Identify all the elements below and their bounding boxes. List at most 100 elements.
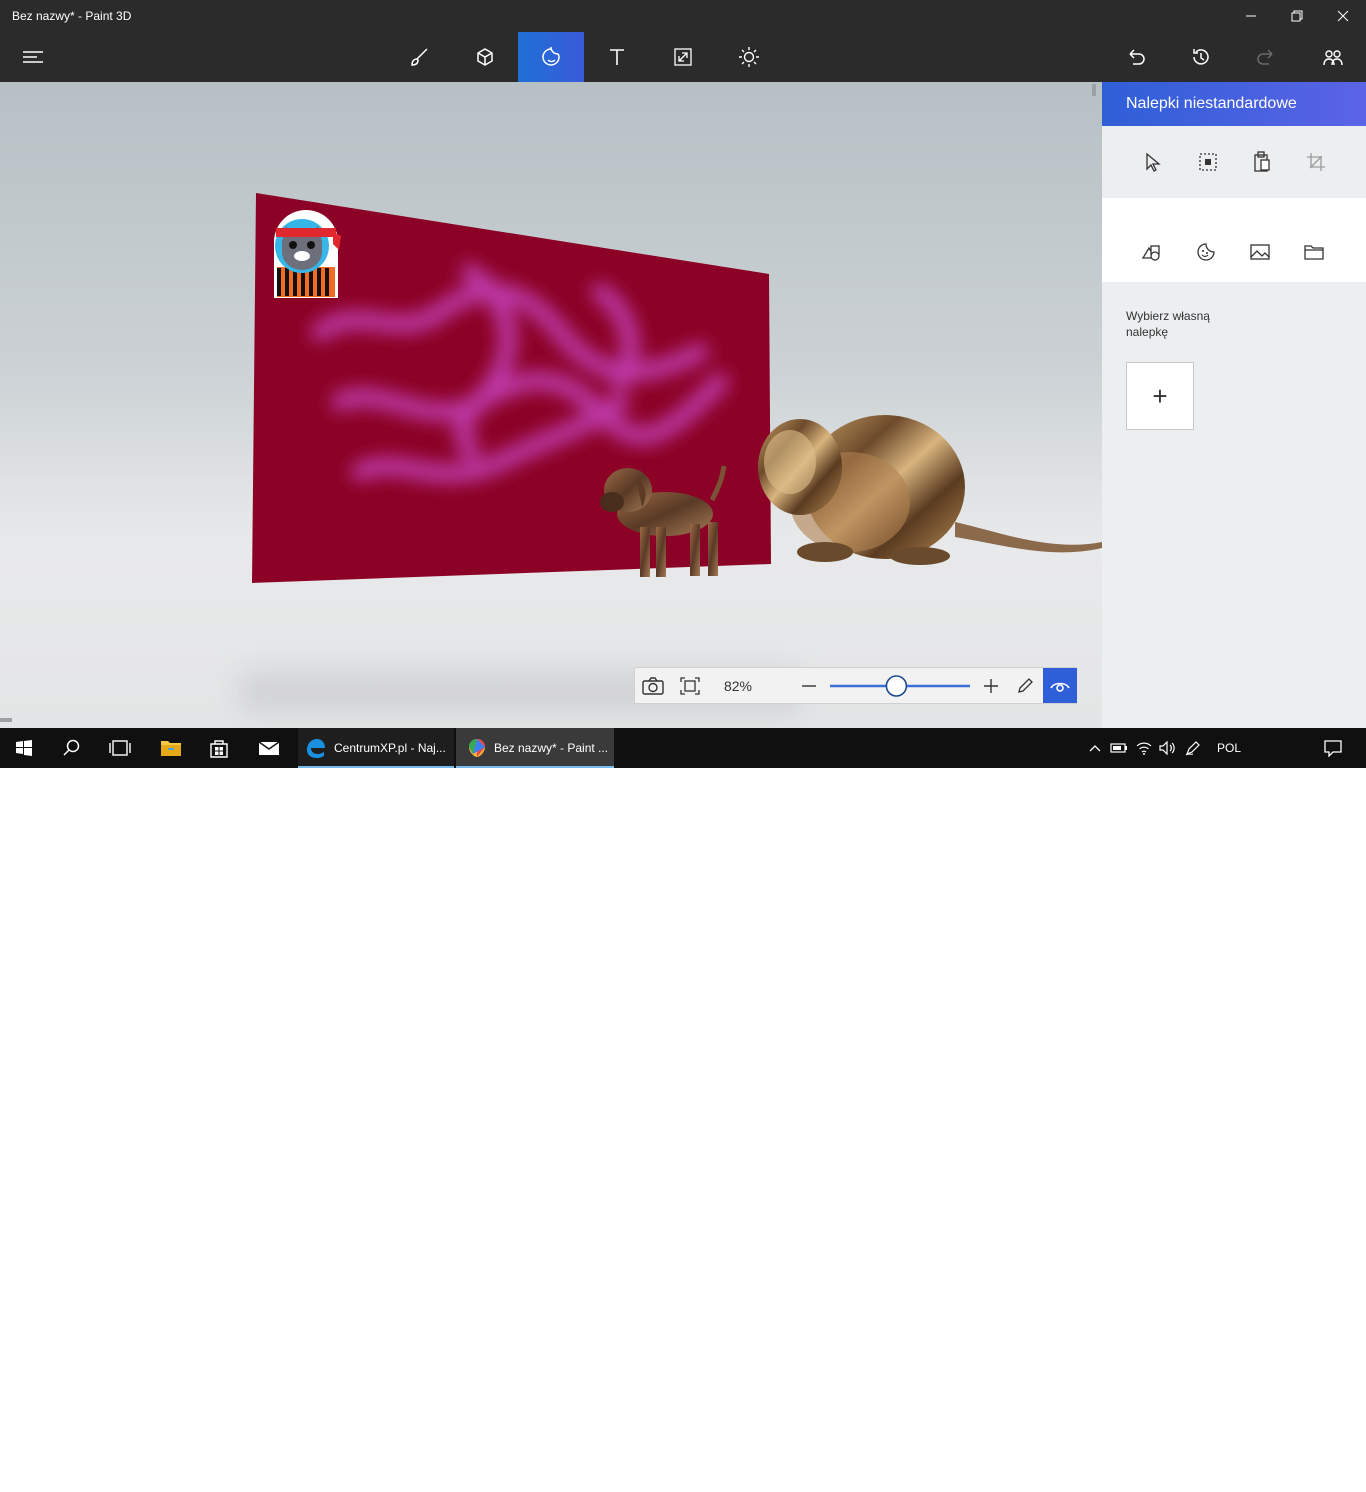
vertical-scrollbar[interactable] xyxy=(1092,84,1096,96)
2d-view-button[interactable] xyxy=(1009,668,1041,703)
image-icon xyxy=(1250,244,1270,260)
fit-screen-icon xyxy=(680,676,700,695)
taskbar-app-label: CentrumXP.pl - Naj... xyxy=(334,741,446,755)
folder-icon xyxy=(1304,245,1324,260)
taskbar-clock[interactable]: 11:56 07.02.2017 xyxy=(1252,1460,1312,1492)
zoom-level-label: 82% xyxy=(723,678,753,694)
close-icon xyxy=(1337,10,1349,22)
speaker-icon xyxy=(1159,741,1175,755)
history-icon xyxy=(1193,49,1209,65)
minimize-button[interactable] xyxy=(1228,0,1274,32)
windows-logo-icon xyxy=(16,740,32,756)
action-center-button[interactable] xyxy=(1318,728,1348,768)
show-hidden-icons-button[interactable] xyxy=(1086,728,1104,768)
edge-icon xyxy=(307,739,325,758)
undo-button[interactable] xyxy=(1102,32,1168,82)
shapes-icon xyxy=(1141,245,1160,261)
chevron-up-icon xyxy=(1089,745,1101,752)
zoom-slider-track xyxy=(830,675,970,697)
texture-stickers-tab[interactable] xyxy=(1246,238,1274,266)
brushes-tool-button[interactable] xyxy=(386,32,452,82)
text-icon xyxy=(610,49,624,65)
battery-tray-button[interactable] xyxy=(1108,728,1130,768)
canvas-resize-icon xyxy=(674,48,692,66)
remix3d-icon xyxy=(1323,50,1343,66)
custom-stickers-panel: Nalepki niestandardowe Wybierz własną na… xyxy=(1102,82,1366,728)
pen-workspace-button[interactable] xyxy=(1182,728,1204,768)
stickers-tool-button[interactable] xyxy=(518,32,584,82)
pencil-icon xyxy=(1018,677,1033,693)
zoom-slider-thumb xyxy=(885,675,908,697)
emoji-stickers-tab[interactable] xyxy=(1192,238,1220,266)
3d-cube-icon xyxy=(477,48,493,66)
plus-icon xyxy=(984,678,998,693)
search-button[interactable] xyxy=(48,728,96,768)
magic-select-button[interactable] xyxy=(1194,148,1222,176)
battery-icon xyxy=(1110,743,1127,753)
clipboard-icon xyxy=(1254,151,1270,172)
zoom-in-button[interactable] xyxy=(977,668,1005,703)
mouse-3d-model[interactable] xyxy=(758,415,1102,565)
3d-view-button[interactable] xyxy=(1043,668,1077,703)
clock-time: 11:56 xyxy=(1265,1461,1295,1475)
redo-button[interactable] xyxy=(1234,32,1300,82)
menu-icon xyxy=(23,51,43,63)
minus-icon xyxy=(802,684,816,687)
add-sticker-button[interactable]: + xyxy=(1126,362,1194,430)
panel-tool-row xyxy=(1102,126,1366,198)
task-view-button[interactable] xyxy=(96,728,144,768)
shapes-stickers-tab[interactable] xyxy=(1138,238,1166,266)
store-button[interactable] xyxy=(196,728,242,768)
canvas-tool-button[interactable] xyxy=(650,32,716,82)
close-button[interactable] xyxy=(1320,0,1366,32)
custom-stickers-tab[interactable] xyxy=(1300,238,1328,266)
paste-button[interactable] xyxy=(1248,148,1276,176)
search-icon xyxy=(63,739,80,756)
volume-tray-button[interactable] xyxy=(1157,728,1179,768)
sticker-category-row xyxy=(1102,198,1366,282)
zoom-bar xyxy=(634,667,1077,704)
windows-taskbar: CentrumXP.pl - Naj... Bez nazwy* - Paint… xyxy=(0,728,1366,1491)
panel-header: Nalepki niestandardowe xyxy=(1102,82,1366,126)
effects-sun-icon xyxy=(739,47,759,67)
network-tray-button[interactable] xyxy=(1133,728,1155,768)
window-title: Bez nazwy* - Paint 3D xyxy=(12,9,132,23)
store-icon xyxy=(210,740,228,758)
crop-button[interactable] xyxy=(1302,148,1330,176)
taskbar-app-paint3d[interactable]: Bez nazwy* - Paint ... xyxy=(456,728,614,768)
select-tool-button[interactable] xyxy=(1139,148,1167,176)
undo-icon xyxy=(1129,49,1145,65)
pen-icon xyxy=(1185,741,1200,756)
file-explorer-button[interactable] xyxy=(148,728,194,768)
text-tool-button[interactable] xyxy=(584,32,650,82)
screenshot-button[interactable] xyxy=(635,668,671,703)
choose-sticker-hint: Wybierz własną nalepkę xyxy=(1126,309,1210,339)
zoom-slider[interactable] xyxy=(828,668,972,703)
mail-button[interactable] xyxy=(246,728,292,768)
taskbar-app-edge[interactable]: CentrumXP.pl - Naj... xyxy=(298,728,454,768)
effects-tool-button[interactable] xyxy=(716,32,782,82)
redo-icon xyxy=(1257,49,1273,65)
history-button[interactable] xyxy=(1168,32,1234,82)
mail-icon xyxy=(258,741,280,755)
cat-sticker[interactable] xyxy=(274,210,341,298)
3d-shapes-tool-button[interactable] xyxy=(452,32,518,82)
menu-button[interactable] xyxy=(0,32,66,82)
taskbar-app-label: Bez nazwy* - Paint ... xyxy=(494,741,609,755)
folder-icon xyxy=(161,741,181,756)
restore-button[interactable] xyxy=(1274,0,1320,32)
remix3d-button[interactable] xyxy=(1300,32,1366,82)
scene-drawing xyxy=(252,193,1102,583)
horizontal-scrollbar[interactable] xyxy=(0,718,12,722)
fit-to-screen-button[interactable] xyxy=(672,668,708,703)
eye-3d-view-icon xyxy=(1050,682,1070,692)
canvas-3d-scene[interactable] xyxy=(0,82,1102,728)
crop-icon xyxy=(1307,153,1325,171)
zoom-out-button[interactable] xyxy=(795,668,823,703)
panel-title: Nalepki niestandardowe xyxy=(1126,95,1297,112)
language-indicator[interactable]: POL xyxy=(1212,728,1246,768)
selection-box-icon xyxy=(1199,153,1217,171)
start-button[interactable] xyxy=(0,728,48,768)
main-toolbar xyxy=(0,32,1366,82)
minimize-icon xyxy=(1246,15,1256,17)
